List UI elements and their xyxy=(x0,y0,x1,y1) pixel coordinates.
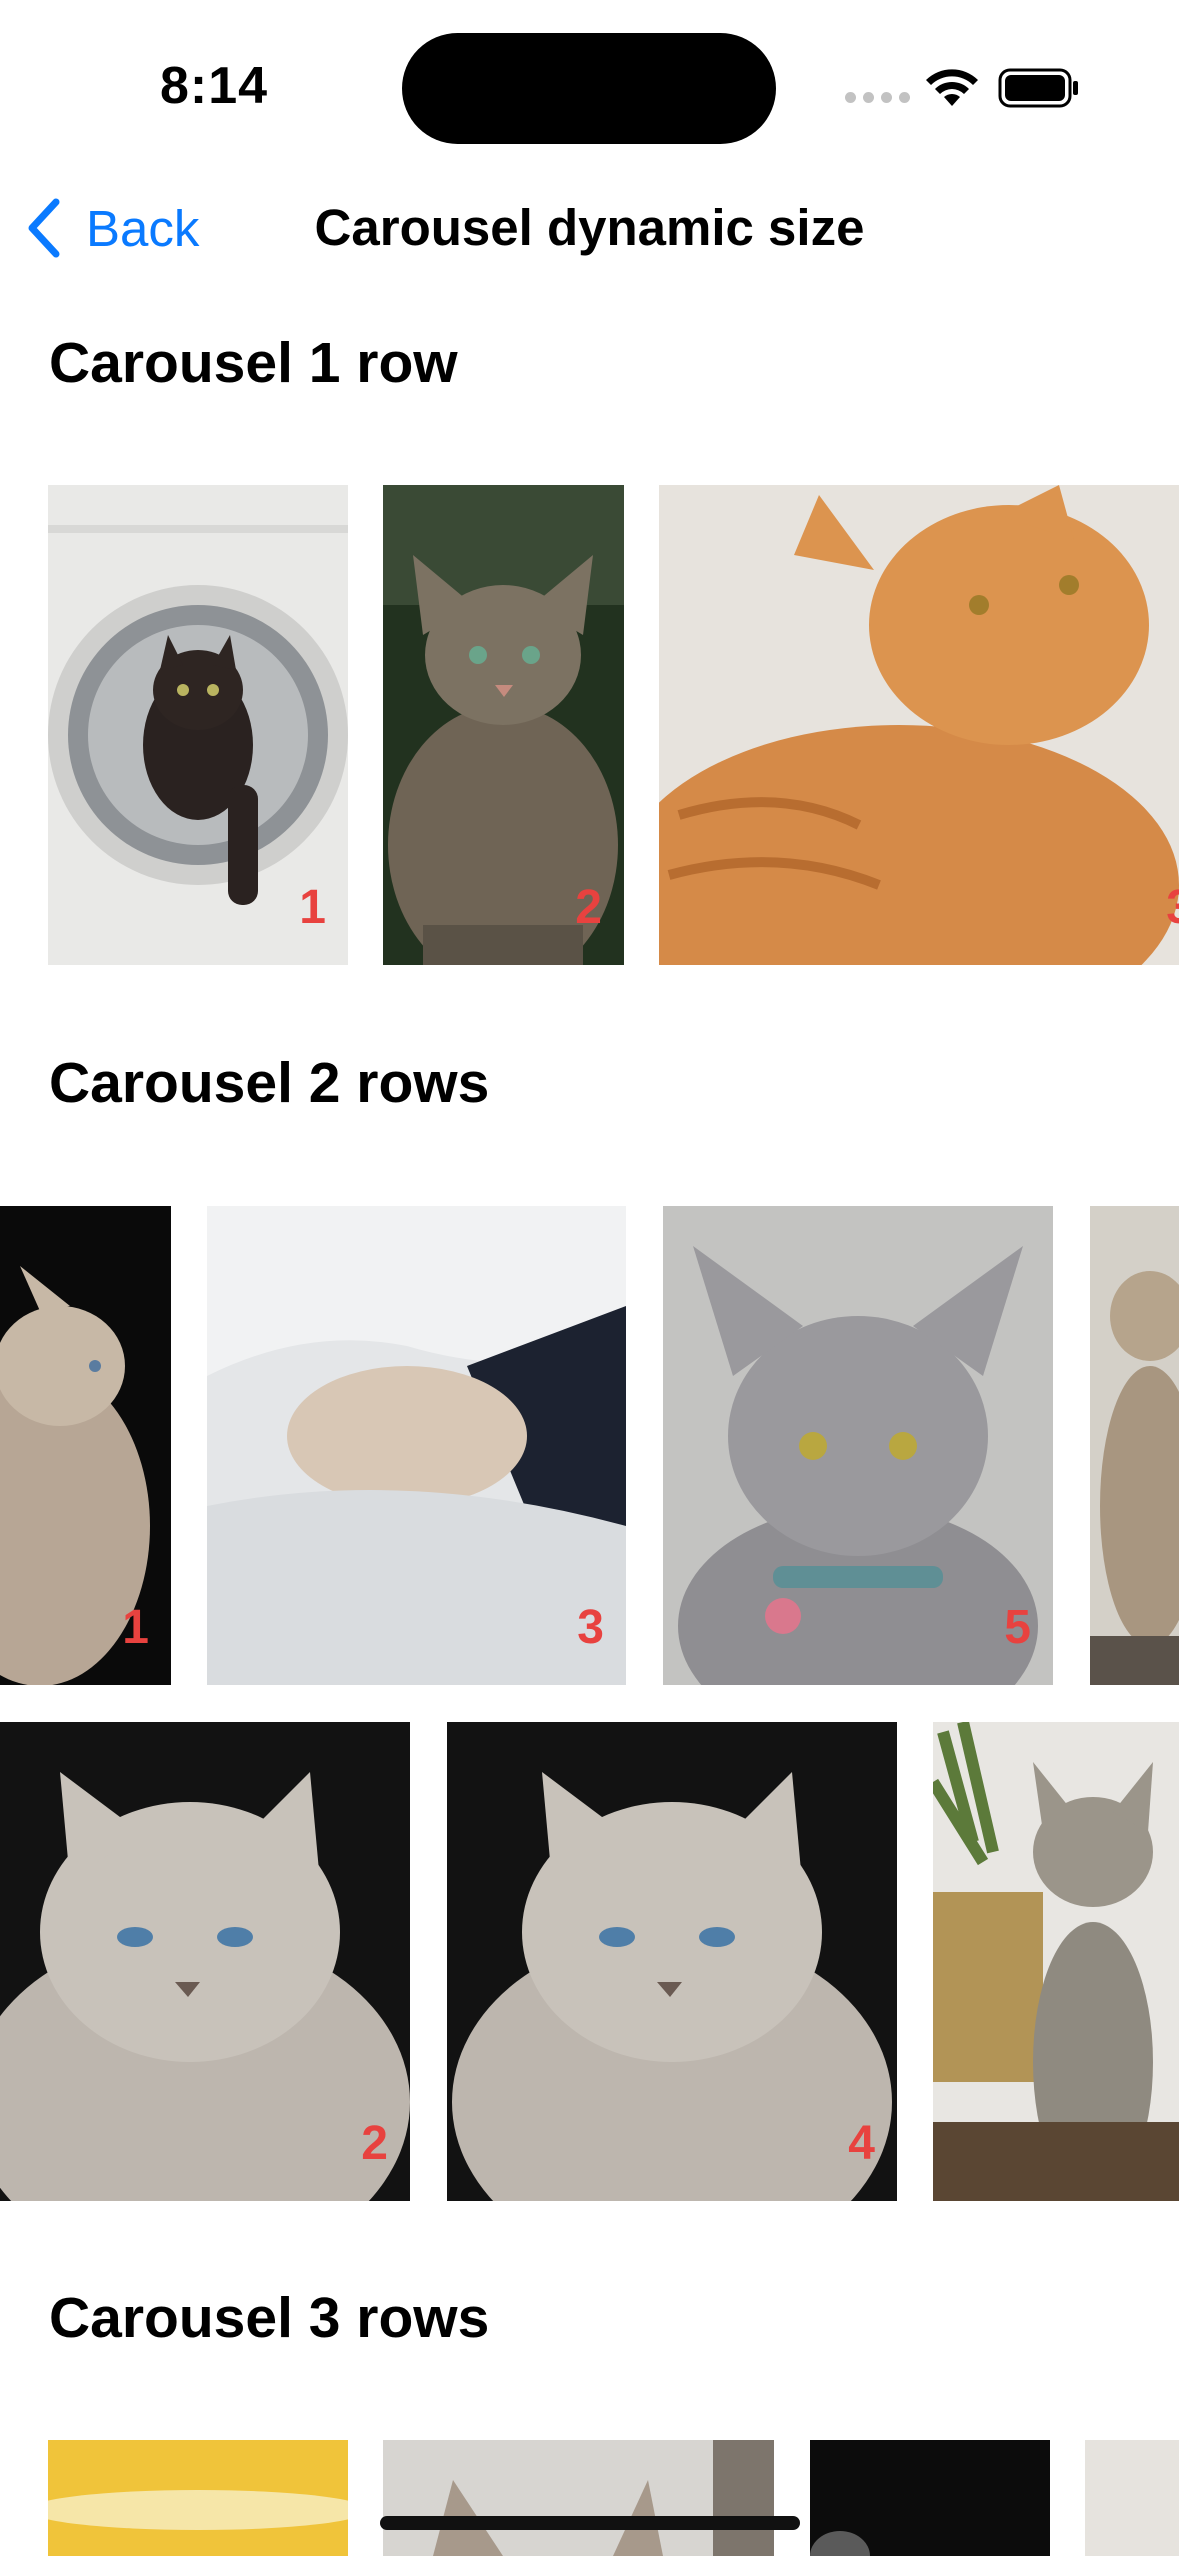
carousel3-card-3[interactable] xyxy=(810,2440,1050,2556)
section-title-carousel-2: Carousel 2 rows xyxy=(49,1051,490,1115)
card-number: 3 xyxy=(577,1601,604,1654)
carousel1-card-1[interactable]: 1 xyxy=(48,485,348,965)
carousel1-card-2[interactable]: 2 xyxy=(383,485,624,965)
card-number: 2 xyxy=(361,2117,388,2170)
card-number: 1 xyxy=(122,1601,149,1654)
cat-photo-black-bg xyxy=(810,2440,1050,2556)
dynamic-island xyxy=(402,33,776,144)
carousel1-card-3[interactable]: 3 xyxy=(659,485,1179,965)
cat-photo-blanket xyxy=(207,1206,626,1685)
cat-photo-orange xyxy=(659,485,1179,965)
carousel3-card-1[interactable] xyxy=(48,2440,348,2556)
back-label: Back xyxy=(86,199,200,257)
carousel3-card-2[interactable] xyxy=(383,2440,774,2556)
cat-photo-tabby-kitten xyxy=(933,1722,1179,2201)
photo-yellow-blur xyxy=(48,2440,348,2556)
cat-photo-fluffy-grey-1 xyxy=(0,1722,410,2201)
cellular-signal-icon xyxy=(845,92,910,103)
back-button[interactable]: Back xyxy=(24,196,199,260)
card-number: 4 xyxy=(848,2117,875,2170)
status-time: 8:14 xyxy=(160,57,269,115)
photo-light-texture xyxy=(1085,2440,1179,2556)
carousel2-row2-card-4[interactable]: 4 xyxy=(447,1722,897,2201)
wifi-icon xyxy=(926,69,978,106)
home-indicator[interactable] xyxy=(380,2516,800,2530)
cat-photo-fluffy-grey-2 xyxy=(447,1722,897,2201)
card-number: 1 xyxy=(299,881,326,934)
section-title-carousel-1: Carousel 1 row xyxy=(49,331,458,395)
cat-photo-grey-bell xyxy=(663,1206,1053,1685)
battery-icon xyxy=(998,68,1078,108)
cat-photo-tabby-partial xyxy=(1090,1206,1179,1685)
carousel2-row2-card-2[interactable]: 2 xyxy=(0,1722,410,2201)
carousel2-row1-card-3[interactable]: 3 xyxy=(207,1206,626,1685)
card-number: 2 xyxy=(575,881,602,934)
cat-photo-ears xyxy=(383,2440,774,2556)
card-number: 5 xyxy=(1004,1601,1031,1654)
carousel2-row1-card-7[interactable] xyxy=(1090,1206,1179,1685)
card-number: 3 xyxy=(1166,880,1179,935)
carousel2-row2-card-6[interactable] xyxy=(933,1722,1179,2201)
carousel2-row1-card-1[interactable]: 1 xyxy=(0,1206,171,1685)
carousel2-row1-card-5[interactable]: 5 xyxy=(663,1206,1053,1685)
chevron-left-icon xyxy=(28,198,60,258)
section-title-carousel-3: Carousel 3 rows xyxy=(49,2286,490,2350)
carousel3-card-4[interactable] xyxy=(1085,2440,1179,2556)
